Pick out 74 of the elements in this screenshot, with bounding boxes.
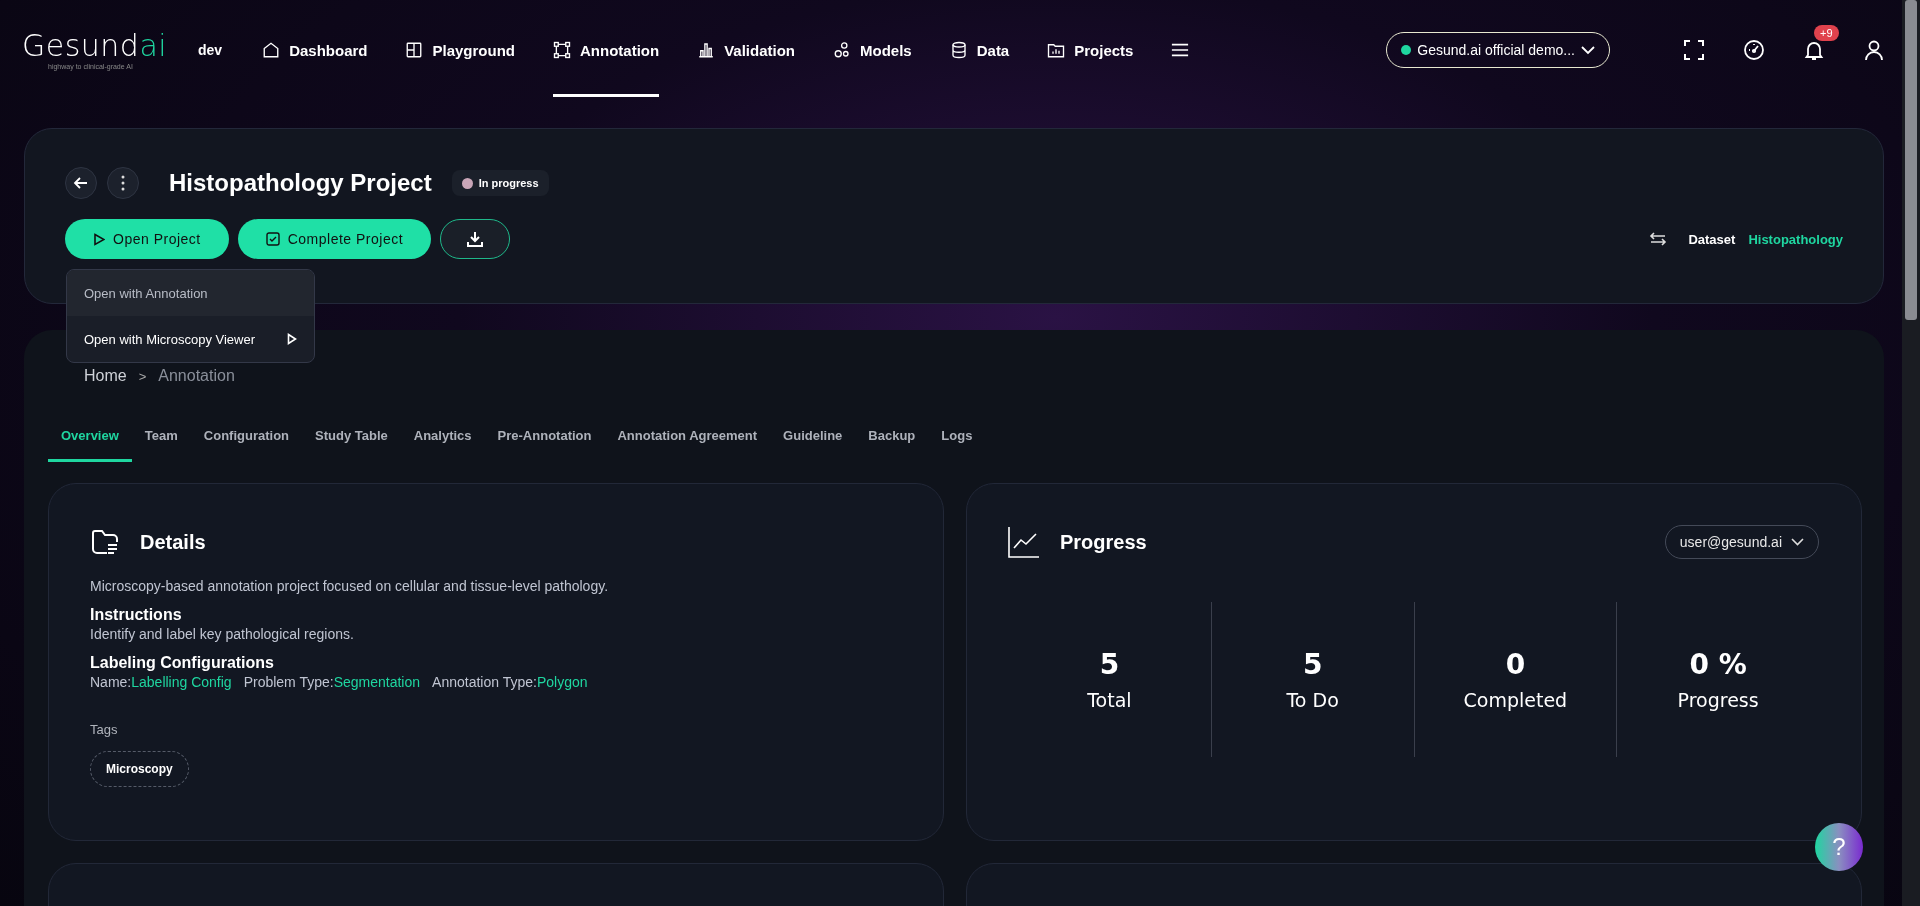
stat-value: 5 bbox=[1302, 648, 1323, 681]
tab[interactable]: Guideline bbox=[770, 412, 856, 462]
download-icon bbox=[466, 230, 485, 248]
speedometer-icon[interactable] bbox=[1742, 38, 1766, 62]
stat-value: 5 bbox=[1099, 648, 1120, 681]
stat-value: 0 % bbox=[1689, 648, 1747, 681]
stat-label: To Do bbox=[1286, 689, 1339, 711]
tab[interactable]: Overview bbox=[48, 412, 132, 462]
logo[interactable]: Gesundai bbox=[22, 30, 168, 61]
back-arrow-icon bbox=[73, 175, 89, 191]
tab[interactable]: Team bbox=[131, 412, 191, 462]
fullscreen-icon[interactable] bbox=[1682, 38, 1706, 62]
breadcrumb-separator: > bbox=[138, 368, 147, 384]
tab[interactable]: Analytics bbox=[400, 412, 485, 462]
menu-item[interactable]: Open with Annotation bbox=[67, 270, 314, 316]
menu-item[interactable]: Open with Microscopy Viewer bbox=[67, 316, 314, 362]
home-icon bbox=[262, 41, 281, 59]
bar-chart-icon bbox=[697, 41, 716, 59]
config-field: Annotation Type:Polygon bbox=[432, 674, 588, 690]
nav-link[interactable]: Validation bbox=[697, 0, 795, 100]
vertical-dots-icon bbox=[121, 175, 125, 191]
nav-link[interactable]: Dashboard bbox=[262, 0, 368, 100]
config-field: Problem Type:Segmentation bbox=[243, 674, 421, 690]
nodes-icon bbox=[553, 41, 571, 59]
user-icon[interactable] bbox=[1862, 38, 1886, 62]
scrollbar[interactable] bbox=[1902, 0, 1920, 906]
tab[interactable]: Backup bbox=[855, 412, 929, 462]
open-project-button[interactable]: Open Project bbox=[65, 219, 229, 259]
section-heading: Instructions bbox=[90, 606, 183, 624]
card-title: Progress bbox=[1060, 530, 1147, 554]
database-icon bbox=[949, 41, 968, 59]
chevron-down-icon bbox=[1581, 45, 1595, 55]
project-description: Microscopy-based annotation project focused on cellular and tissue-level pathology. bbox=[90, 578, 610, 594]
instructions-text: Identify and label key pathological regions. bbox=[90, 626, 355, 642]
notification-badge: +9 bbox=[1814, 25, 1839, 41]
swap-arrows-icon bbox=[1649, 232, 1668, 246]
nav-link[interactable]: Playground bbox=[405, 0, 515, 100]
stat-label: Completed bbox=[1463, 689, 1568, 711]
complete-project-button[interactable]: Complete Project bbox=[237, 219, 432, 259]
folder-icon bbox=[90, 527, 120, 557]
folder-chart-icon bbox=[1047, 41, 1066, 59]
tab[interactable]: Annotation Agreement bbox=[604, 412, 771, 462]
stat-label: Total bbox=[1087, 689, 1132, 711]
card-title: Details bbox=[140, 530, 206, 554]
section-heading: Labeling Configurations bbox=[90, 654, 275, 672]
checkbox-icon bbox=[265, 232, 280, 246]
nav-link[interactable]: Annotation bbox=[553, 0, 660, 100]
chevron-down-icon bbox=[1791, 538, 1804, 546]
project-title: Histopathology Project bbox=[169, 169, 432, 197]
nav-link[interactable]: Projects bbox=[1047, 0, 1134, 100]
tab[interactable]: Study Table bbox=[302, 412, 401, 462]
config-field: Name:Labelling Config bbox=[90, 674, 232, 690]
stat-value: 0 bbox=[1505, 648, 1526, 681]
stat-label: Progress bbox=[1677, 689, 1759, 711]
nav-link[interactable]: Data bbox=[949, 0, 1010, 100]
tab[interactable]: Configuration bbox=[190, 412, 303, 462]
line-chart-icon bbox=[1008, 526, 1040, 558]
tags-label: Tags bbox=[90, 722, 119, 737]
tab[interactable]: Logs bbox=[928, 412, 986, 462]
dataset-name[interactable]: Histopathology bbox=[1748, 231, 1843, 247]
back-button[interactable] bbox=[65, 167, 97, 199]
dataset-label: Dataset bbox=[1688, 231, 1736, 247]
nav-link[interactable]: Models bbox=[833, 0, 912, 100]
play-icon bbox=[93, 232, 105, 246]
breadcrumb-link[interactable]: Annotation bbox=[158, 367, 235, 385]
tab[interactable]: Pre-Annotation bbox=[484, 412, 605, 462]
menu-icon[interactable] bbox=[1171, 42, 1190, 58]
layout-icon bbox=[405, 41, 424, 59]
download-button[interactable] bbox=[440, 219, 511, 259]
breadcrumb-link[interactable]: Home bbox=[84, 367, 127, 385]
more-options-button[interactable] bbox=[107, 167, 139, 199]
environment-label: dev bbox=[198, 42, 223, 58]
circles-icon bbox=[833, 41, 851, 59]
status-label: In progress bbox=[478, 177, 539, 189]
